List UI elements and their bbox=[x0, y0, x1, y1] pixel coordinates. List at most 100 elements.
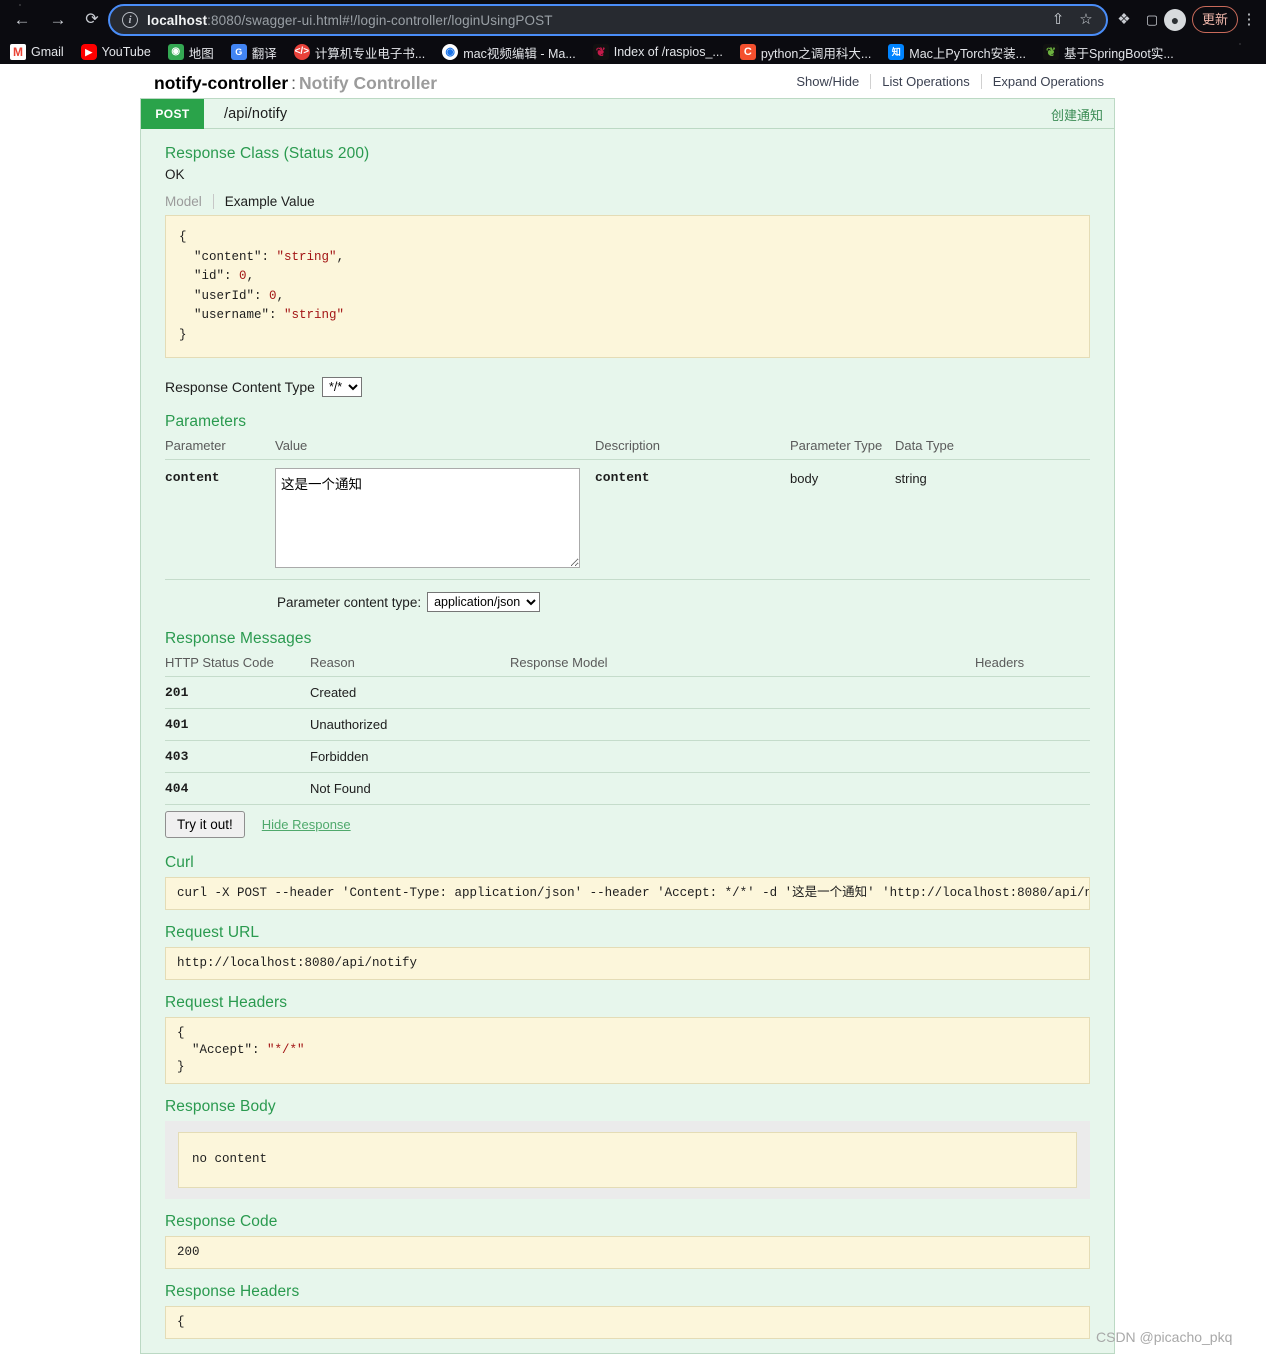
list-operations-link[interactable]: List Operations bbox=[871, 74, 980, 89]
response-message-response-model bbox=[510, 676, 975, 709]
show-hide-link[interactable]: Show/Hide bbox=[785, 74, 870, 89]
title-separator: : bbox=[291, 73, 297, 93]
side-panel-icon[interactable]: ▢ bbox=[1140, 8, 1164, 32]
bookmark-label: mac视频编辑 - Ma... bbox=[463, 46, 576, 61]
extensions-puzzle-icon[interactable]: ❖ bbox=[1112, 8, 1136, 32]
parameters-title: Parameters bbox=[165, 413, 247, 430]
request-url-value: http://localhost:8080/api/notify bbox=[165, 947, 1090, 980]
table-header-row: Parameter Value Description Parameter Ty… bbox=[165, 435, 1090, 460]
table-row: 403 Forbidden bbox=[165, 740, 1090, 773]
response-headers-title: Response Headers bbox=[165, 1282, 300, 1300]
response-message-response-model bbox=[510, 708, 975, 741]
bookmark-label: 翻译 bbox=[251, 46, 277, 61]
try-it-out-button[interactable]: Try it out! bbox=[165, 811, 245, 838]
bookmark-favicon-icon: ◉ bbox=[442, 44, 459, 60]
col-description: Description bbox=[595, 435, 790, 460]
response-message-headers-value bbox=[975, 740, 1090, 773]
profile-avatar-icon[interactable]: ● bbox=[1164, 9, 1186, 31]
page-content: notify-controller: Notify Controller Show… bbox=[0, 64, 1266, 1355]
address-bar[interactable]: i localhost:8080/swagger-ui.html#!/login… bbox=[108, 4, 1108, 36]
bookmark-label: YouTube bbox=[101, 45, 151, 59]
bookmark-favicon-icon: C bbox=[739, 44, 756, 60]
resource-description: Notify Controller bbox=[299, 73, 438, 93]
bookmark-item[interactable]: 知 Mac上PyTorch安装... bbox=[888, 43, 1026, 62]
table-row: content content body string bbox=[165, 459, 1090, 580]
resource-options: Show/Hide List Operations Expand Operati… bbox=[785, 74, 1115, 89]
col-response-model: Response Model bbox=[510, 652, 975, 677]
table-row: 201 Created bbox=[165, 676, 1090, 709]
endpoint-path: /api/notify bbox=[224, 105, 288, 122]
response-content-type-row: Response Content Type */* bbox=[165, 377, 1090, 397]
endpoint-summary: 创建通知 bbox=[1050, 108, 1103, 123]
example-value-code: { "content": "string", "id": 0, "userId"… bbox=[165, 215, 1090, 358]
response-body-block: Response Body no content bbox=[165, 1098, 1090, 1199]
col-value: Value bbox=[275, 435, 595, 460]
table-row: 401 Unauthorized bbox=[165, 708, 1090, 741]
forward-arrow-icon[interactable]: → bbox=[44, 6, 72, 34]
bookmark-favicon-icon: M bbox=[10, 44, 26, 60]
bookmark-item[interactable]: ◉ mac视频编辑 - Ma... bbox=[442, 43, 576, 62]
response-headers-block: Response Headers { bbox=[165, 1283, 1090, 1339]
bookmark-star-icon[interactable]: ☆ bbox=[1076, 10, 1096, 30]
param-type: body bbox=[790, 459, 895, 580]
site-info-icon[interactable]: i bbox=[122, 12, 138, 28]
bookmark-favicon-icon: </> bbox=[293, 44, 310, 60]
param-value-input[interactable] bbox=[275, 468, 580, 568]
bookmark-label: 地图 bbox=[188, 46, 214, 61]
response-code-title: Response Code bbox=[165, 1212, 278, 1230]
bookmark-item[interactable]: </> 计算机专业电子书... bbox=[293, 43, 425, 62]
col-parameter: Parameter bbox=[165, 435, 275, 460]
response-content-type-select[interactable]: */* bbox=[321, 377, 362, 397]
col-headers: Headers bbox=[975, 652, 1090, 677]
parameter-content-type-row: Parameter content type: application/json bbox=[277, 592, 1090, 612]
bookmark-item[interactable]: G 翻译 bbox=[230, 43, 277, 62]
response-message-response-model bbox=[510, 772, 975, 805]
endpoint-header[interactable]: POST /api/notify 创建通知 bbox=[141, 98, 1114, 129]
table-header-row: HTTP Status Code Reason Response Model H… bbox=[165, 652, 1090, 677]
browser-toolbar: ← → ⟳ i localhost:8080/swagger-ui.html#!… bbox=[0, 0, 1266, 40]
bookmark-item[interactable]: ❦ Index of /raspios_... bbox=[592, 44, 723, 60]
update-button[interactable]: 更新 bbox=[1192, 6, 1239, 33]
share-icon[interactable]: ⇧ bbox=[1048, 10, 1068, 30]
bookmark-item[interactable]: M Gmail bbox=[10, 44, 64, 60]
response-headers-value: { bbox=[165, 1305, 1090, 1339]
reload-icon[interactable]: ⟳ bbox=[78, 6, 106, 34]
request-headers-block: Request Headers { "Accept": "*/*" } bbox=[165, 994, 1090, 1084]
bookmark-item[interactable]: ❦ 基于SpringBoot实... bbox=[1042, 43, 1174, 62]
bookmark-item[interactable]: ▶ YouTube bbox=[80, 44, 151, 60]
tab-example-value[interactable]: Example Value bbox=[212, 194, 326, 209]
response-message-status-code: 401 bbox=[165, 708, 310, 741]
parameter-content-type-select[interactable]: application/json bbox=[427, 592, 541, 612]
response-message-headers-value bbox=[975, 772, 1090, 805]
bookmark-label: 基于SpringBoot实... bbox=[1063, 46, 1174, 61]
response-message-reason: Created bbox=[310, 676, 510, 709]
response-class-title: Response Class (Status 200) bbox=[165, 145, 370, 162]
actions-row: Try it out! Hide Response bbox=[165, 811, 1090, 838]
bookmark-favicon-icon: ◉ bbox=[167, 44, 184, 60]
response-message-reason: Forbidden bbox=[310, 740, 510, 773]
chrome-menu-icon[interactable]: ⋮ bbox=[1240, 7, 1258, 33]
response-message-headers-value bbox=[975, 676, 1090, 709]
response-class-status: OK bbox=[165, 167, 185, 182]
param-data-type: string bbox=[895, 459, 1090, 580]
page-title: notify-controller: Notify Controller bbox=[154, 73, 437, 94]
curl-command: curl -X POST --header 'Content-Type: app… bbox=[165, 877, 1090, 910]
expand-operations-link[interactable]: Expand Operations bbox=[982, 74, 1115, 89]
col-data-type: Data Type bbox=[895, 435, 1090, 460]
back-arrow-icon[interactable]: ← bbox=[8, 6, 36, 34]
http-method-badge: POST bbox=[141, 98, 204, 129]
bookmark-item[interactable]: ◉ 地图 bbox=[167, 43, 214, 62]
param-description: content bbox=[595, 459, 790, 580]
endpoint-block: POST /api/notify 创建通知 Response Class (St… bbox=[140, 98, 1115, 1354]
tab-model[interactable]: Model bbox=[165, 194, 213, 209]
param-value-cell bbox=[275, 459, 595, 580]
hide-response-link[interactable]: Hide Response bbox=[262, 817, 351, 832]
url-host: localhost bbox=[147, 12, 208, 28]
request-headers-value: { "Accept": "*/*" } bbox=[165, 1017, 1090, 1084]
bookmark-item[interactable]: Cpython之调用科大... bbox=[739, 43, 871, 62]
url-path: :8080/swagger-ui.html#!/login-controller… bbox=[207, 12, 553, 28]
request-url-block: Request URL http://localhost:8080/api/no… bbox=[165, 924, 1090, 980]
response-code-value: 200 bbox=[165, 1235, 1090, 1269]
resource-header: notify-controller: Notify Controller Show… bbox=[140, 64, 1115, 98]
bookmark-favicon-icon: ❦ bbox=[592, 44, 609, 60]
